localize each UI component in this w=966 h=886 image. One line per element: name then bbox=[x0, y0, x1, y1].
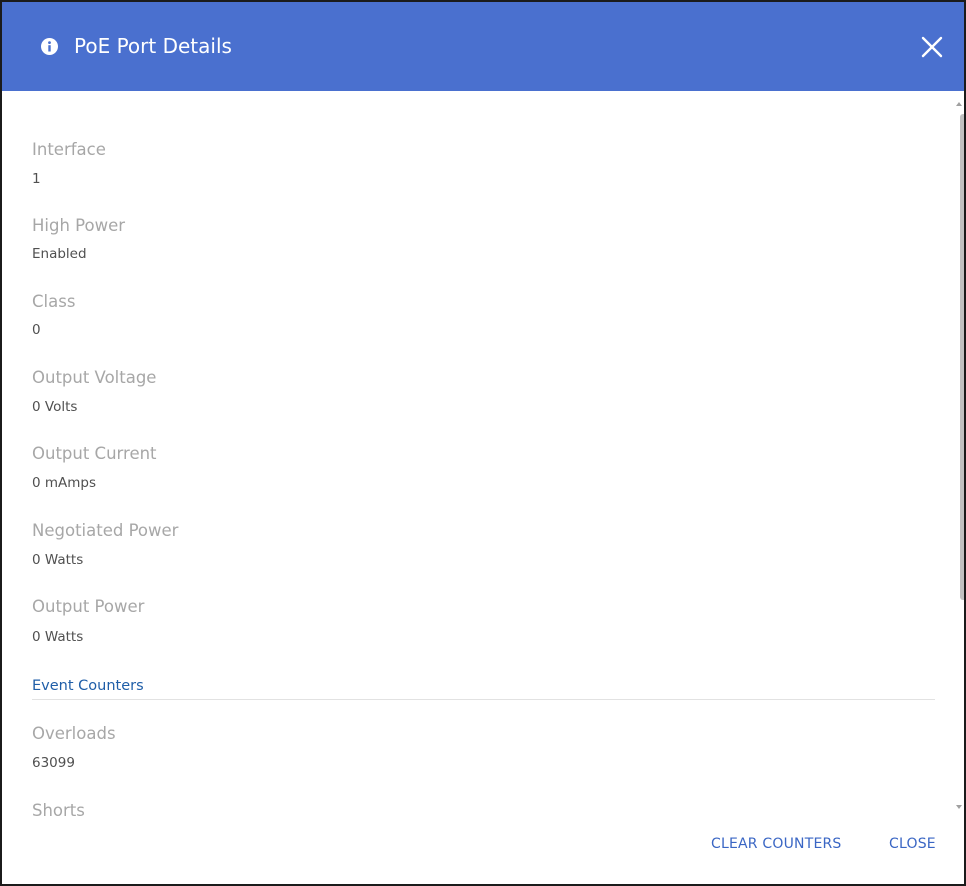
output-voltage-label: Output Voltage bbox=[32, 368, 157, 387]
info-icon bbox=[41, 38, 58, 55]
interface-label: Interface bbox=[32, 140, 106, 159]
dialog-header: PoE Port Details bbox=[2, 2, 964, 91]
dialog-title: PoE Port Details bbox=[74, 34, 232, 58]
output-power-label: Output Power bbox=[32, 597, 145, 616]
clear-counters-button[interactable]: CLEAR COUNTERS bbox=[711, 835, 842, 853]
close-button[interactable]: CLOSE bbox=[889, 835, 936, 853]
class-label: Class bbox=[32, 292, 76, 311]
negotiated-power-label: Negotiated Power bbox=[32, 521, 179, 540]
event-counters-heading: Event Counters bbox=[32, 678, 144, 694]
scroll-up-arrow-icon[interactable] bbox=[956, 102, 962, 106]
output-current-value: 0 mAmps bbox=[32, 475, 97, 491]
output-current-label: Output Current bbox=[32, 444, 157, 463]
interface-value: 1 bbox=[32, 171, 41, 187]
content-scrollbar[interactable] bbox=[952, 91, 964, 819]
overloads-value: 63099 bbox=[32, 755, 75, 771]
output-power-value: 0 Watts bbox=[32, 629, 84, 645]
output-voltage-value: 0 Volts bbox=[32, 399, 78, 415]
poe-port-details-dialog: PoE Port Details Interface 1 High Power … bbox=[0, 0, 966, 886]
high-power-label: High Power bbox=[32, 216, 126, 235]
scroll-down-arrow-icon[interactable] bbox=[956, 805, 962, 809]
class-value: 0 bbox=[32, 322, 41, 338]
dialog-content: Interface 1 High Power Enabled Class 0 O… bbox=[2, 91, 952, 819]
section-divider bbox=[32, 699, 935, 700]
overloads-label: Overloads bbox=[32, 724, 116, 743]
negotiated-power-value: 0 Watts bbox=[32, 552, 84, 568]
shorts-label: Shorts bbox=[32, 801, 85, 819]
close-icon[interactable] bbox=[921, 36, 943, 58]
scrollbar-thumb[interactable] bbox=[960, 114, 964, 600]
high-power-value: Enabled bbox=[32, 246, 87, 262]
